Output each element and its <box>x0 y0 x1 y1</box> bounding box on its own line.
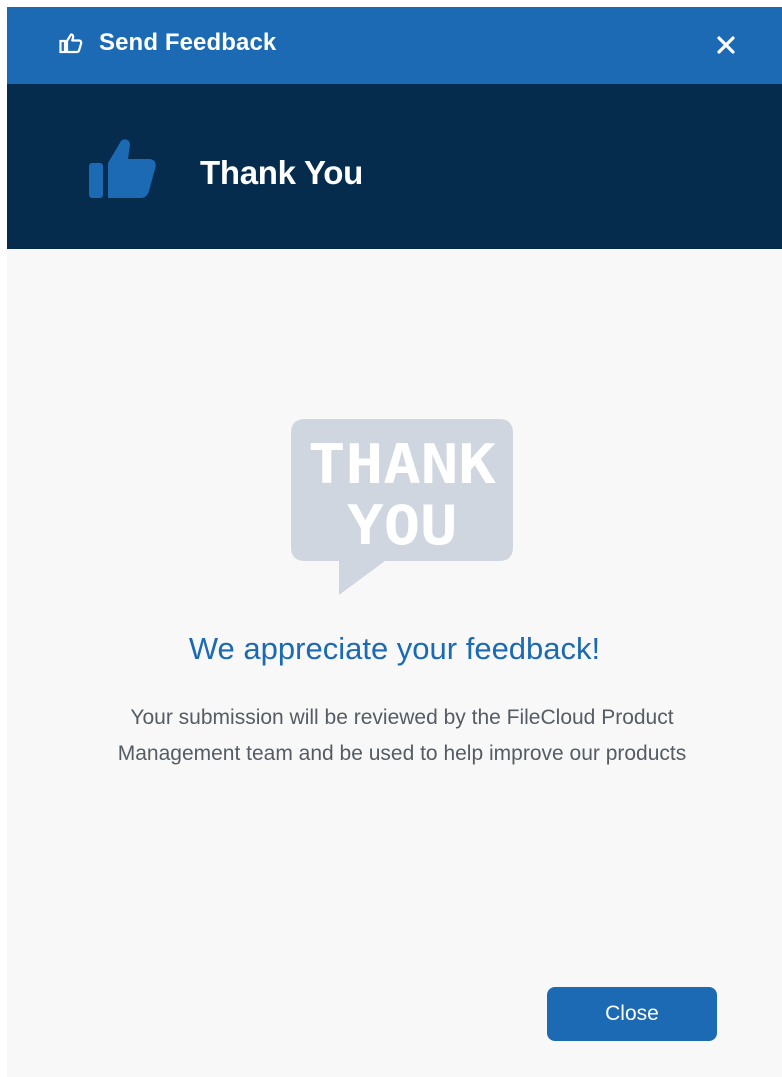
feedback-dialog: Send Feedback Thank You THANK YOU We app… <box>7 7 782 1077</box>
confirmation-message: Your submission will be reviewed by the … <box>117 706 687 765</box>
dialog-titlebar: Send Feedback <box>7 7 782 84</box>
thumbs-up-icon <box>89 139 156 198</box>
dialog-title: Send Feedback <box>99 29 277 56</box>
close-button[interactable]: Close <box>547 987 717 1041</box>
bubble-text-line1: THANK <box>308 433 497 496</box>
bubble-text-line2: YOU <box>347 494 457 557</box>
thank-you-banner: Thank You <box>7 84 782 249</box>
thumbs-up-outline-icon <box>59 33 83 54</box>
confirmation-heading: We appreciate your feedback! <box>188 631 601 666</box>
close-icon[interactable] <box>712 31 740 59</box>
thank-you-speech-bubble: THANK YOU <box>291 419 513 595</box>
banner-title: Thank You <box>200 154 363 191</box>
